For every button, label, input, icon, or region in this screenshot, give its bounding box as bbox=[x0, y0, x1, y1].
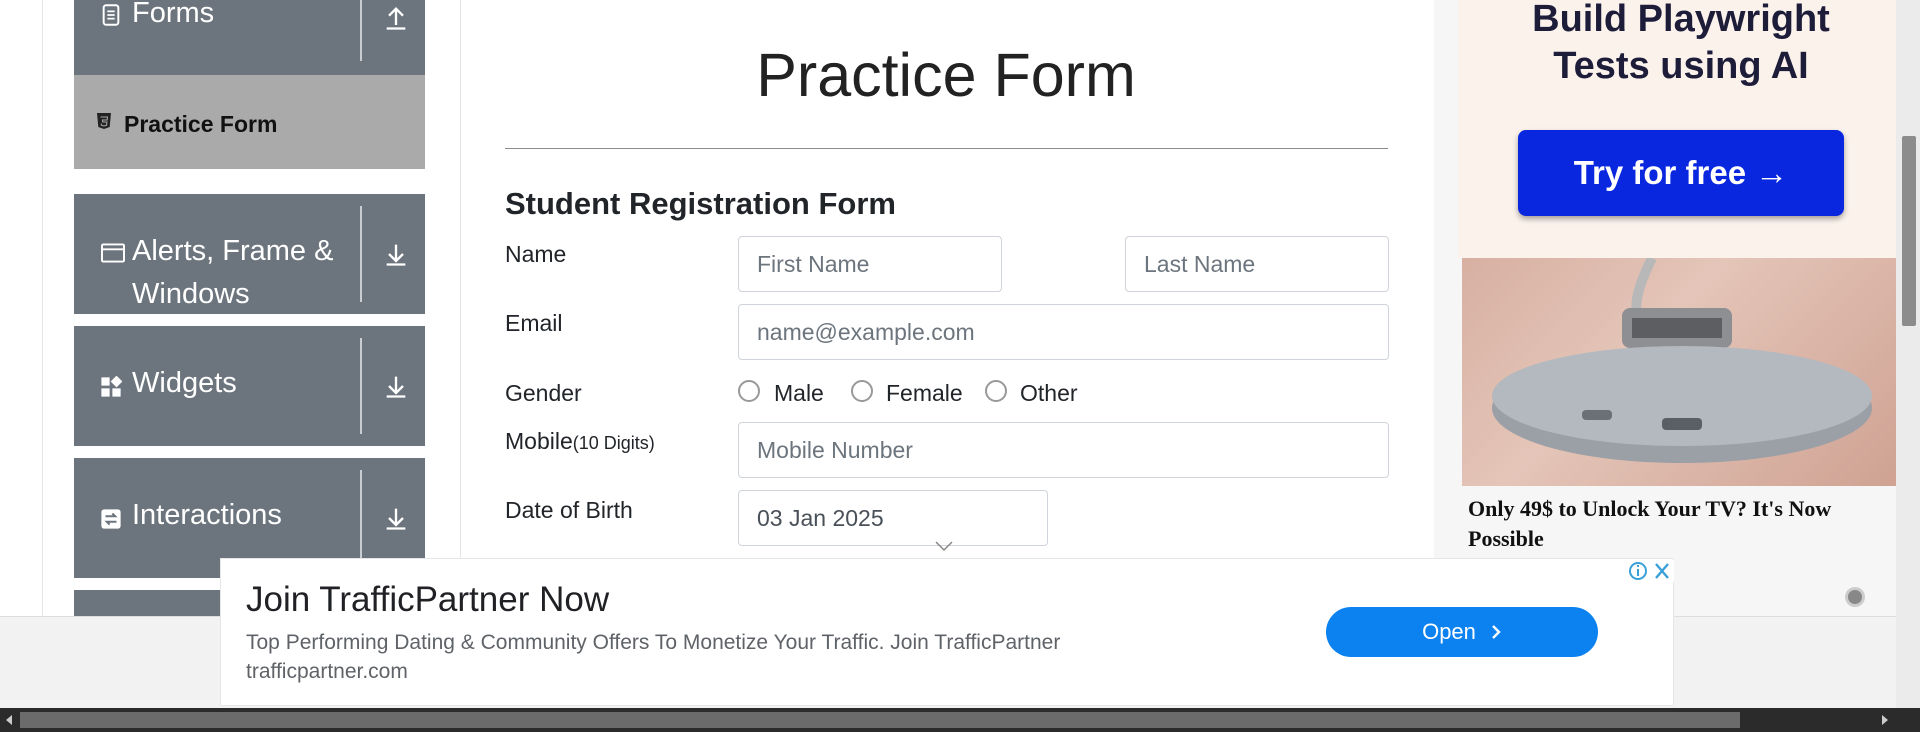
vertical-scroll-thumb[interactable] bbox=[1902, 136, 1916, 326]
chevron-right-icon bbox=[1492, 625, 1501, 639]
scroll-right-arrow-icon[interactable] bbox=[1880, 714, 1890, 726]
title-divider bbox=[505, 148, 1388, 149]
sidebar-group-forms[interactable]: Forms bbox=[74, 0, 425, 75]
name-label: Name bbox=[505, 241, 567, 267]
last-name-input[interactable]: Last Name bbox=[1125, 236, 1389, 292]
sidebar-item-label: Practice Form bbox=[124, 111, 278, 137]
page-title: Practice Form bbox=[756, 41, 1136, 109]
email-input[interactable]: name@example.com bbox=[738, 304, 1389, 360]
dob-input[interactable]: 03 Jan 2025 bbox=[738, 490, 1048, 546]
separator bbox=[360, 338, 362, 434]
hdmi-device-image bbox=[1492, 258, 1872, 463]
mobile-label-text: Mobile bbox=[505, 428, 573, 454]
sidebar-border-left bbox=[42, 0, 43, 616]
open-button-label: Open bbox=[1422, 619, 1476, 644]
download-arrow-icon[interactable] bbox=[382, 240, 410, 268]
right-ad-headline-line2: Tests using AI bbox=[1553, 45, 1809, 87]
gender-other-label[interactable]: Other bbox=[1020, 380, 1078, 407]
upload-arrow-icon[interactable] bbox=[382, 4, 410, 32]
window-icon bbox=[101, 243, 125, 263]
try-for-free-button[interactable]: Try for free → bbox=[1518, 130, 1844, 216]
interactions-icon bbox=[101, 509, 121, 529]
gender-female-radio[interactable] bbox=[851, 380, 873, 402]
bottom-ad-title[interactable]: Join TrafficPartner Now bbox=[246, 580, 609, 620]
bottom-ad-domain: trafficpartner.com bbox=[246, 660, 408, 683]
mobile-input[interactable]: Mobile Number bbox=[738, 422, 1389, 478]
download-arrow-icon[interactable] bbox=[382, 504, 410, 532]
widgets-icon bbox=[101, 376, 122, 397]
right-ad-image[interactable] bbox=[1462, 258, 1896, 486]
form-icon bbox=[102, 4, 120, 26]
form-title: Student Registration Form bbox=[505, 186, 896, 221]
separator bbox=[360, 206, 362, 302]
separator bbox=[360, 0, 362, 61]
gender-label: Gender bbox=[505, 380, 582, 406]
sidebar-group-widgets[interactable]: Widgets bbox=[74, 326, 425, 446]
mobile-label: Mobile(10 Digits) bbox=[505, 428, 655, 455]
email-label: Email bbox=[505, 310, 563, 336]
sidebar-group-label: Forms bbox=[132, 0, 215, 29]
horizontal-scrollbar[interactable] bbox=[0, 708, 1920, 732]
right-ad-headline: Build Playwright Tests using AI bbox=[1458, 0, 1904, 90]
chevron-down-icon bbox=[935, 541, 953, 552]
right-ad-caption[interactable]: Only 49$ to Unlock Your TV? It's Now Pos… bbox=[1468, 494, 1888, 554]
sidebar-group-alerts[interactable]: Alerts, Frame & Windows bbox=[74, 194, 425, 314]
ad-face-icon bbox=[1845, 587, 1865, 607]
gender-female-label[interactable]: Female bbox=[886, 380, 963, 407]
sidebar-group-label-cont: Windows bbox=[132, 278, 250, 310]
sidebar-item-practice-form[interactable]: Practice Form bbox=[74, 75, 425, 169]
separator bbox=[360, 470, 362, 566]
vertical-scrollbar[interactable] bbox=[1896, 0, 1920, 708]
gender-other-radio[interactable] bbox=[985, 380, 1007, 402]
gender-male-label[interactable]: Male bbox=[774, 380, 824, 407]
right-ad-headline-line1: Build Playwright bbox=[1532, 0, 1830, 40]
bottom-ad-description: Top Performing Dating & Community Offers… bbox=[246, 631, 1061, 654]
horizontal-scroll-thumb[interactable] bbox=[20, 712, 1740, 728]
sidebar-group-label: Widgets bbox=[132, 367, 237, 399]
first-name-input[interactable]: First Name bbox=[738, 236, 1002, 292]
mobile-hint: (10 Digits) bbox=[572, 433, 655, 453]
adchoices-icon[interactable] bbox=[1626, 560, 1674, 582]
bottom-ad-text: Top Performing Dating & Community Offers… bbox=[246, 628, 1060, 686]
dob-label: Date of Birth bbox=[505, 497, 633, 523]
sidebar-group-label: Alerts, Frame & bbox=[132, 235, 334, 267]
scroll-left-arrow-icon[interactable] bbox=[4, 714, 14, 726]
open-button[interactable]: Open bbox=[1326, 607, 1598, 657]
gender-male-radio[interactable] bbox=[738, 380, 760, 402]
sidebar-border-right bbox=[460, 0, 461, 616]
download-arrow-icon[interactable] bbox=[382, 372, 410, 400]
sidebar-group-label: Interactions bbox=[132, 499, 282, 531]
html5-icon bbox=[97, 113, 111, 129]
